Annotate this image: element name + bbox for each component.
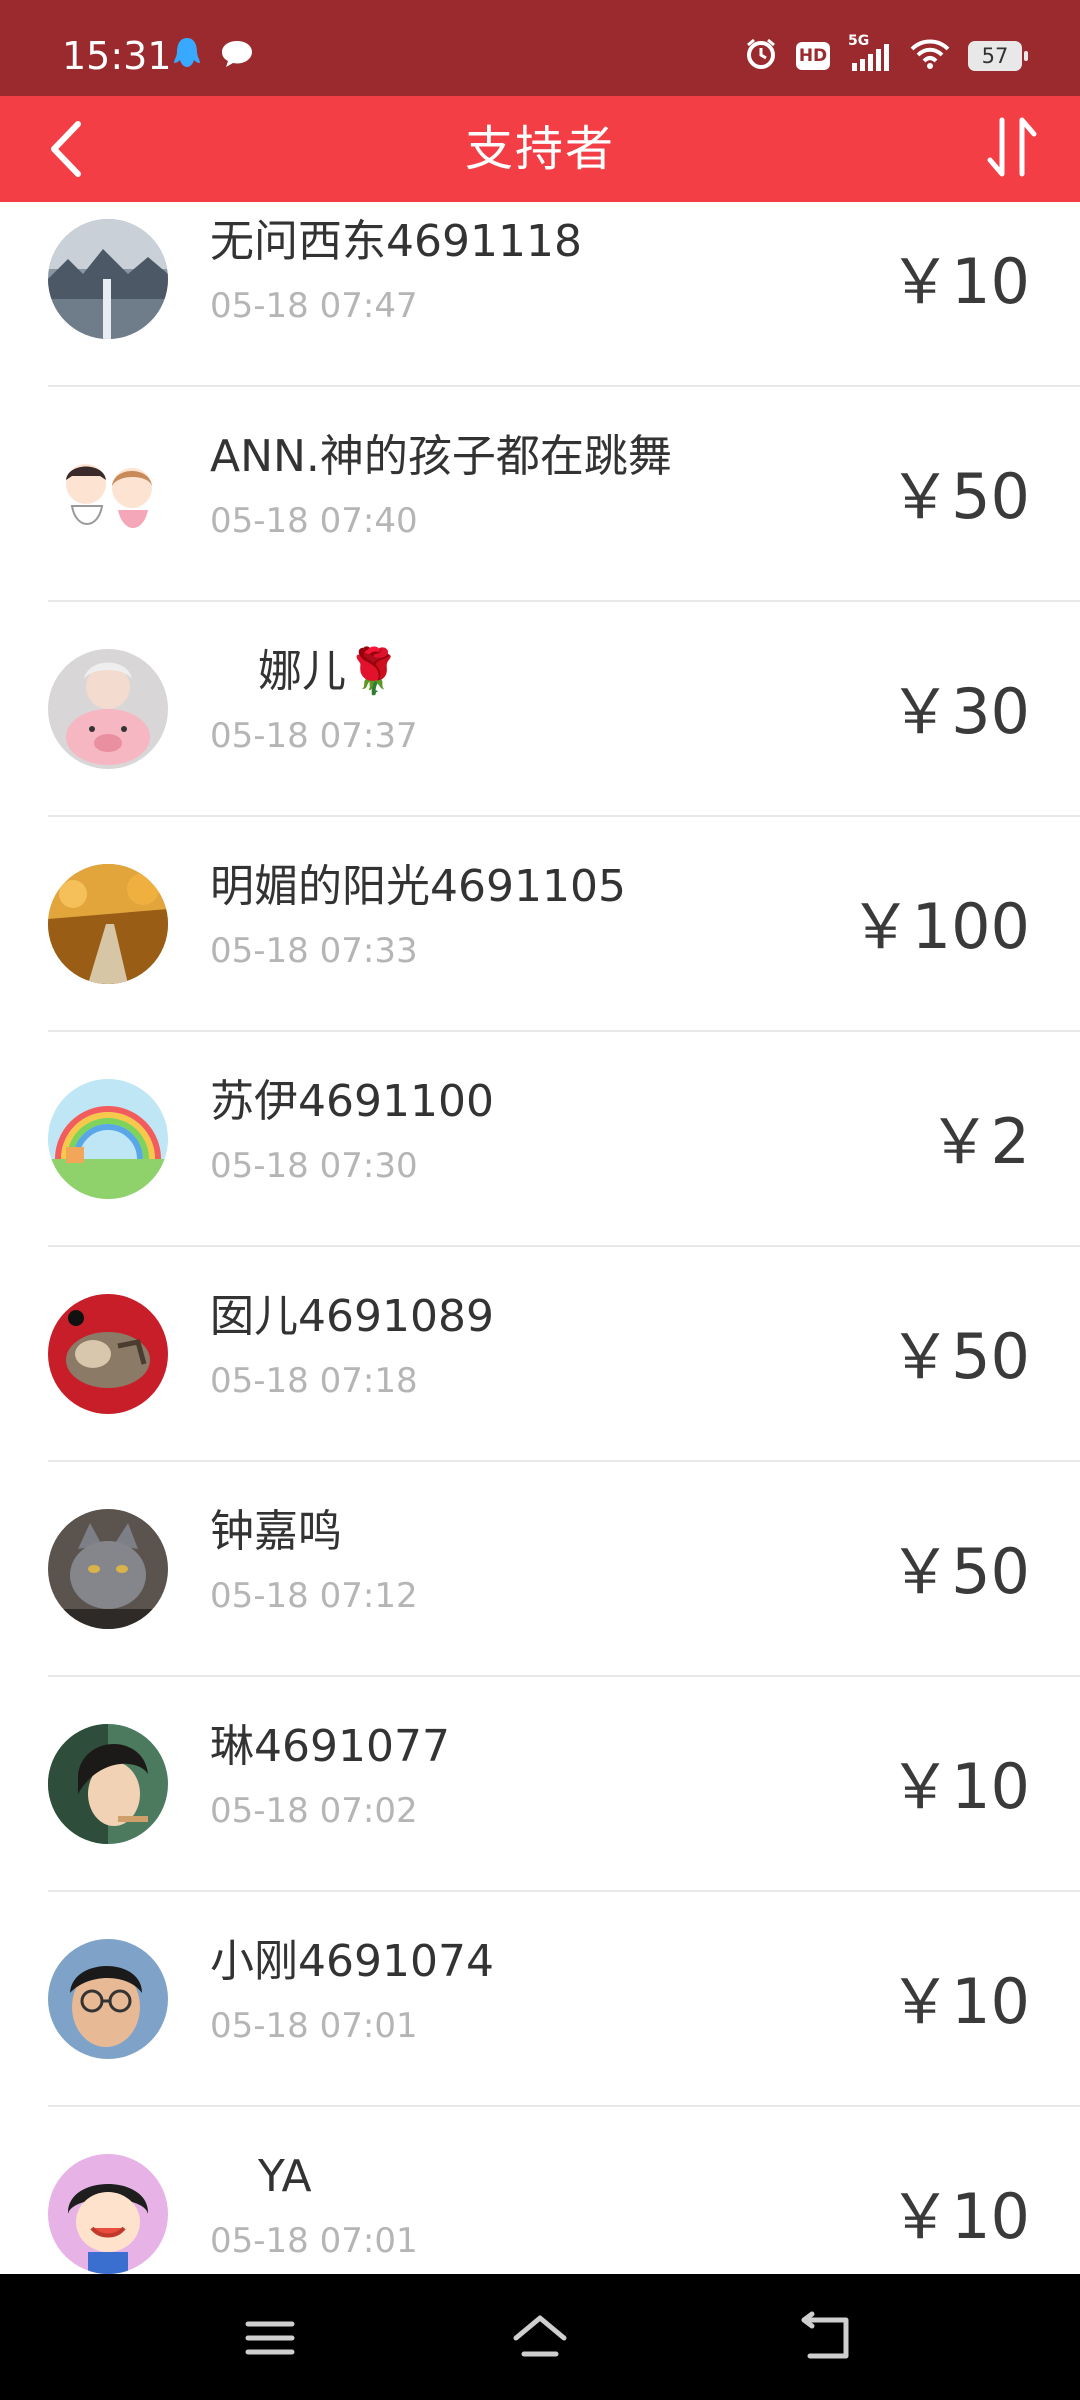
menu-button[interactable] bbox=[240, 2310, 300, 2366]
supporter-name: 娜儿🌹 bbox=[258, 646, 401, 697]
supporter-time: 05-18 07:40 bbox=[210, 501, 418, 541]
rainbow-avatar[interactable] bbox=[48, 1079, 168, 1199]
supporter-name: 琳4691077 bbox=[210, 1721, 450, 1772]
supporter-amount: ￥30 bbox=[889, 675, 1030, 748]
status-bar: 15:31 HD 5G 57 bbox=[0, 0, 1080, 96]
status-right-icons: HD 5G 57 bbox=[744, 33, 1028, 76]
supporter-time: 05-18 07:18 bbox=[210, 1361, 418, 1401]
chevron-left-icon bbox=[51, 121, 81, 177]
supporter-amount: ￥50 bbox=[889, 1535, 1030, 1608]
supporter-time: 05-18 07:37 bbox=[210, 716, 418, 756]
qq-bell-icon bbox=[172, 36, 202, 76]
cartoon-couple-avatar[interactable] bbox=[48, 434, 168, 554]
status-left-icons bbox=[172, 36, 254, 76]
wifi-icon bbox=[910, 38, 950, 74]
system-nav-bar bbox=[0, 2274, 1080, 2400]
supporter-row[interactable]: 小刚4691074 05-18 07:01 ￥10 bbox=[0, 1892, 1080, 2107]
supporter-time: 05-18 07:30 bbox=[210, 1146, 418, 1186]
supporter-amount: ￥100 bbox=[849, 890, 1030, 963]
supporter-time: 05-18 07:33 bbox=[210, 931, 418, 971]
supporter-list[interactable]: 无问西东4691118 05-18 07:47 ￥10 ANN.神的孩子都在跳舞… bbox=[0, 202, 1080, 2274]
supporter-row[interactable]: 苏伊4691100 05-18 07:30 ￥2 bbox=[0, 1032, 1080, 1247]
supporter-time: 05-18 07:01 bbox=[210, 2006, 418, 2046]
supporter-amount: ￥10 bbox=[889, 245, 1030, 318]
man-glasses-avatar[interactable] bbox=[48, 1939, 168, 2059]
supporter-name: 明媚的阳光4691105 bbox=[210, 861, 626, 912]
supporter-name: ANN.神的孩子都在跳舞 bbox=[210, 431, 672, 482]
supporter-time: 05-18 07:12 bbox=[210, 1576, 418, 1616]
page-title: 支持者 bbox=[464, 121, 615, 177]
supporter-name: 囡儿4691089 bbox=[210, 1291, 494, 1342]
autumn-path-avatar[interactable] bbox=[48, 864, 168, 984]
supporter-name: 钟嘉鸣 bbox=[210, 1506, 342, 1557]
supporter-row[interactable]: 娜儿🌹 05-18 07:37 ￥30 bbox=[0, 602, 1080, 817]
supporter-list-inner: 无问西东4691118 05-18 07:47 ￥10 ANN.神的孩子都在跳舞… bbox=[0, 202, 1080, 2274]
supporter-amount: ￥50 bbox=[889, 1320, 1030, 1393]
supporter-row[interactable]: 钟嘉鸣 05-18 07:12 ￥50 bbox=[0, 1462, 1080, 1677]
home-button[interactable] bbox=[510, 2310, 570, 2366]
hd-icon: HD bbox=[796, 42, 830, 70]
signal-5g-icon: 5G bbox=[848, 33, 892, 73]
status-time: 15:31 bbox=[62, 34, 172, 78]
supporter-row[interactable]: 囡儿4691089 05-18 07:18 ￥50 bbox=[0, 1247, 1080, 1462]
supporter-amount: ￥10 bbox=[889, 1965, 1030, 2038]
pig-plush-avatar[interactable] bbox=[48, 649, 168, 769]
supporter-name: 小刚4691074 bbox=[210, 1936, 494, 1987]
battery-icon: 57 bbox=[968, 41, 1028, 71]
supporter-name: YA bbox=[258, 2151, 312, 2202]
supporter-name: 无问西东4691118 bbox=[210, 216, 582, 267]
chat-bubble-icon bbox=[220, 38, 254, 74]
supporter-amount: ￥10 bbox=[889, 2180, 1030, 2253]
back-nav-button[interactable] bbox=[796, 2310, 856, 2366]
back-button[interactable] bbox=[34, 114, 104, 184]
supporter-amount: ￥2 bbox=[928, 1105, 1030, 1178]
sort-button[interactable] bbox=[974, 110, 1050, 186]
sleeping-cat-avatar[interactable] bbox=[48, 1294, 168, 1414]
supporter-name: 苏伊4691100 bbox=[210, 1076, 494, 1127]
alarm-icon bbox=[744, 37, 778, 75]
supporter-row[interactable]: ANN.神的孩子都在跳舞 05-18 07:40 ￥50 bbox=[0, 387, 1080, 602]
sort-icon bbox=[987, 117, 1037, 177]
supporter-row[interactable]: 无问西东4691118 05-18 07:47 ￥10 bbox=[0, 202, 1080, 387]
cartoon-girl-avatar[interactable] bbox=[48, 2154, 168, 2274]
supporter-time: 05-18 07:01 bbox=[210, 2221, 418, 2261]
supporter-time: 05-18 07:02 bbox=[210, 1791, 418, 1831]
landscape-water-avatar[interactable] bbox=[48, 219, 168, 339]
title-bar: 支持者 bbox=[0, 96, 1080, 202]
girl-portrait-avatar[interactable] bbox=[48, 1724, 168, 1844]
supporter-amount: ￥50 bbox=[889, 460, 1030, 533]
supporter-row[interactable]: 明媚的阳光4691105 05-18 07:33 ￥100 bbox=[0, 817, 1080, 1032]
supporter-time: 05-18 07:47 bbox=[210, 286, 418, 326]
supporter-amount: ￥10 bbox=[889, 1750, 1030, 1823]
supporter-row[interactable]: YA 05-18 07:01 ￥10 bbox=[0, 2107, 1080, 2274]
home-icon bbox=[513, 2315, 567, 2357]
back-icon bbox=[801, 2311, 849, 2359]
menu-icon bbox=[245, 2321, 295, 2355]
gray-cat-avatar[interactable] bbox=[48, 1509, 168, 1629]
supporter-row[interactable]: 琳4691077 05-18 07:02 ￥10 bbox=[0, 1677, 1080, 1892]
